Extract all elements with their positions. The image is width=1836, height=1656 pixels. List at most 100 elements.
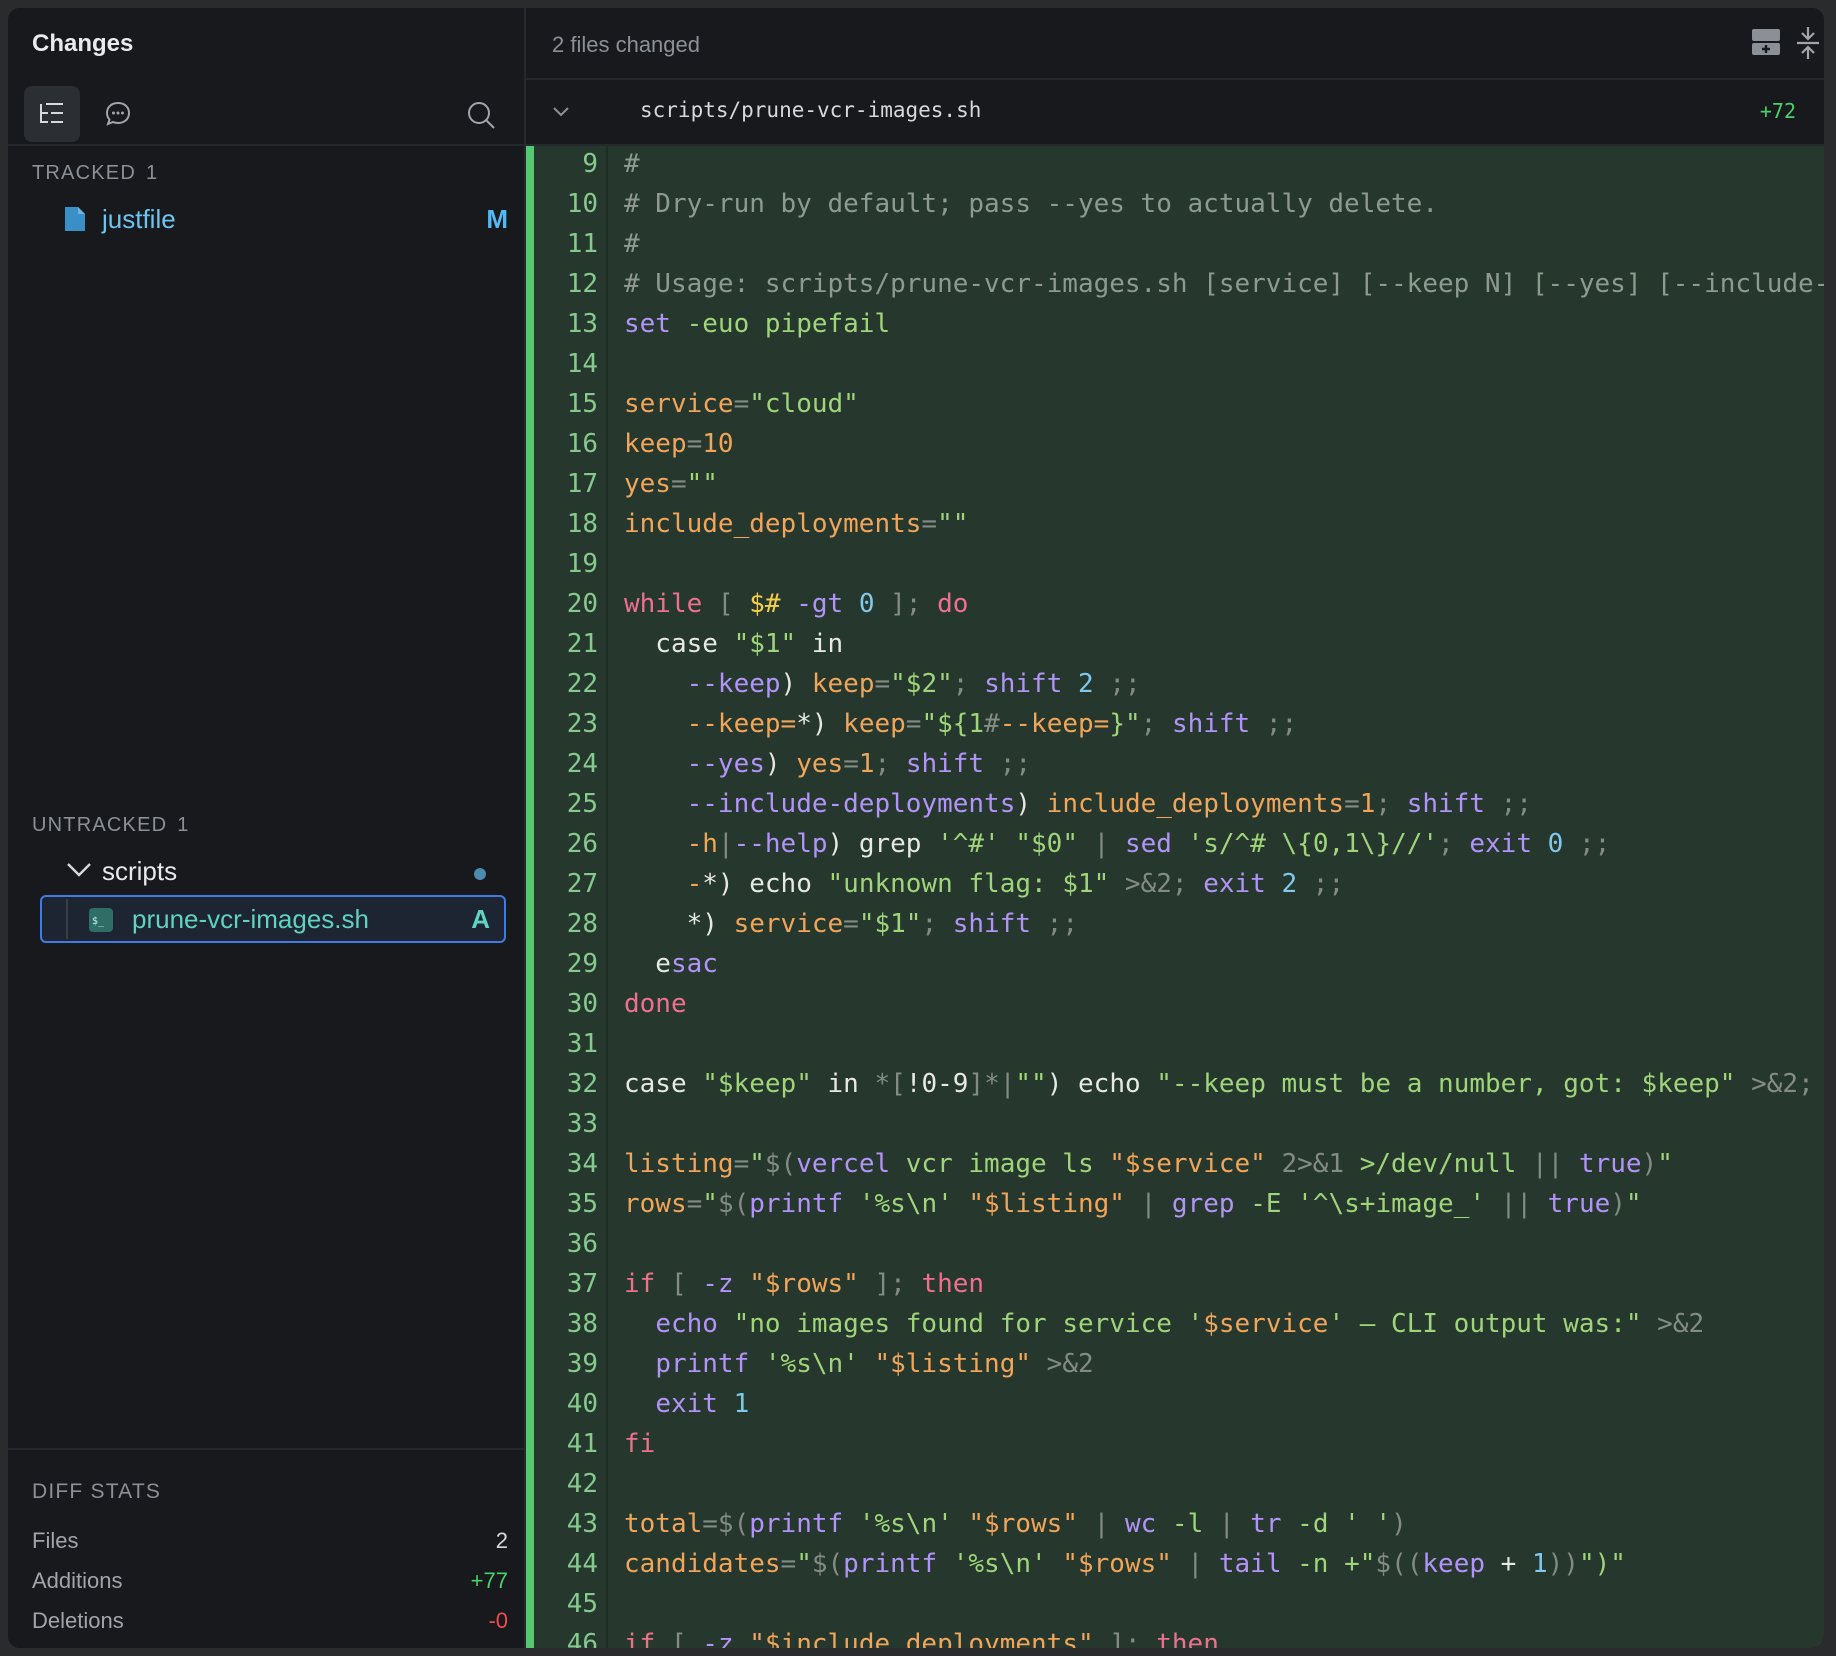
line-number: 46	[566, 1629, 598, 1648]
line-number: 13	[566, 309, 598, 339]
code-text: include_deployments=""	[624, 509, 969, 539]
code-text: --yes) yes=1; shift ;;	[686, 749, 1032, 779]
code-text: done	[624, 989, 687, 1019]
line-number: 20	[566, 589, 598, 619]
code-line: 12 # Usage: scripts/prune-vcr-images.sh […	[526, 264, 1824, 304]
line-number: 17	[566, 469, 598, 499]
line-number: 29	[566, 949, 598, 979]
comment-icon	[105, 101, 131, 126]
modified-badge: M	[486, 204, 508, 234]
code-line: 43 total=$(printf '%s\n' "$rows" | wc -l …	[526, 1504, 1824, 1544]
code-text: *) service="$1"; shift ;;	[624, 909, 1078, 939]
code-line: 24 --yes) yes=1; shift ;;	[526, 744, 1824, 784]
comments-button[interactable]	[90, 86, 146, 142]
diff-header: 2 files changed	[526, 8, 1824, 80]
code-line: 20 while [ $# -gt 0 ]; do	[526, 584, 1824, 624]
code-line: 10 # Dry-run by default; pass --yes to ac…	[526, 184, 1824, 224]
code-text: -*) echo "unknown flag: $1" >&2; exit 2 …	[686, 869, 1345, 899]
untracked-label: UNTRACKED	[32, 814, 168, 836]
line-number: 16	[566, 429, 598, 459]
line-number: 37	[566, 1269, 598, 1299]
line-number: 28	[566, 909, 598, 939]
untracked-file-row[interactable]: $_ prune-vcr-images.sh A	[40, 895, 506, 943]
line-number: 31	[566, 1029, 598, 1059]
folder-row-scripts[interactable]: scripts	[32, 848, 508, 894]
code-text: esac	[624, 949, 718, 979]
code-line: 32 case "$keep" in *[!0-9]*|"") echo "--k…	[526, 1064, 1824, 1104]
code-text: set -euo pipefail	[624, 309, 891, 339]
search-button[interactable]	[452, 86, 508, 142]
code-line: 22 --keep) keep="$2"; shift 2 ;;	[526, 664, 1824, 704]
tree-indent-line	[66, 899, 68, 939]
code-line: 16 keep=10	[526, 424, 1824, 464]
line-number: 26	[566, 829, 598, 859]
line-number: 25	[566, 789, 598, 819]
code-line: 21 case "$1" in	[526, 624, 1824, 664]
code-text: printf '%s\n' "$listing" >&2	[655, 1349, 1094, 1379]
expand-all-icon[interactable]	[1750, 26, 1782, 58]
tracked-file-name: justfile	[102, 204, 176, 234]
line-number: 30	[566, 989, 598, 1019]
code-line: 30 done	[526, 984, 1824, 1024]
chevron-down-icon[interactable]	[552, 106, 570, 118]
code-line: 13 set -euo pipefail	[526, 304, 1824, 344]
code-line: 31	[526, 1024, 1824, 1064]
line-number: 24	[566, 749, 598, 779]
code-line: 18 include_deployments=""	[526, 504, 1824, 544]
line-number: 27	[566, 869, 598, 899]
line-number: 22	[566, 669, 598, 699]
code-text: #	[624, 149, 640, 179]
line-number: 43	[566, 1509, 598, 1539]
untracked-count: 1	[177, 814, 190, 836]
added-badge: A	[471, 904, 490, 934]
code-text: keep=10	[624, 429, 734, 459]
code-text: --include-deployments) include_deploymen…	[686, 789, 1532, 819]
code-line: 26 -h|--help) grep '^#' "$0" | sed 's/^#…	[526, 824, 1824, 864]
chevron-down-icon	[67, 863, 91, 877]
stat-deletions-value: -0	[488, 1608, 508, 1633]
code-line: 42	[526, 1464, 1824, 1504]
code-text: fi	[624, 1429, 656, 1459]
code-text: listing="$(vercel vcr image ls "$service…	[624, 1149, 1673, 1179]
line-number: 19	[566, 549, 598, 579]
diff-stats-panel: DIFF STATS Files 2 Additions +77 Deletio…	[8, 1448, 524, 1648]
stat-deletions-label: Deletions	[32, 1608, 124, 1633]
line-number: 12	[566, 269, 598, 299]
code-line: 23 --keep=*) keep="${1#--keep=}"; shift …	[526, 704, 1824, 744]
code-text: candidates="$(printf '%s\n' "$rows" | ta…	[624, 1549, 1626, 1579]
line-number: 35	[566, 1189, 598, 1219]
code-line: 28 *) service="$1"; shift ;;	[526, 904, 1824, 944]
collapse-all-icon[interactable]	[1794, 26, 1822, 60]
shell-script-icon: $_	[89, 908, 113, 932]
file-diff-header[interactable]: scripts/prune-vcr-images.sh +72	[526, 80, 1824, 146]
stat-files: Files 2	[32, 1528, 508, 1554]
code-line: 25 --include-deployments) include_deploy…	[526, 784, 1824, 824]
line-number: 41	[566, 1429, 598, 1459]
untracked-section-label: UNTRACKED 1	[32, 814, 190, 837]
tracked-count: 1	[145, 162, 159, 184]
search-icon	[468, 102, 495, 129]
code-line: 36	[526, 1224, 1824, 1264]
file-additions-count: +72	[1759, 99, 1796, 123]
tracked-file-row[interactable]: justfile M	[32, 196, 508, 242]
diff-panel: 2 files changed scripts/prune-vcr-images…	[526, 8, 1824, 1648]
code-line: 46 if [ -z "$include_deployments" ]; then	[526, 1624, 1824, 1648]
code-line: 11 #	[526, 224, 1824, 264]
file-path: scripts/prune-vcr-images.sh	[640, 98, 982, 122]
code-text: if [ -z "$include_deployments" ]; then	[624, 1629, 1219, 1648]
code-line: 38 echo "no images found for service '$s…	[526, 1304, 1824, 1344]
code-view[interactable]: 9 #10 # Dry-run by default; pass --yes to …	[526, 146, 1824, 1648]
code-text: case "$keep" in *[!0-9]*|"") echo "--kee…	[624, 1069, 1814, 1099]
line-number: 38	[566, 1309, 598, 1339]
line-number: 32	[566, 1069, 598, 1099]
tree-view-button[interactable]	[24, 86, 80, 142]
line-number: 11	[566, 229, 598, 259]
code-text: yes=""	[624, 469, 718, 499]
line-number: 44	[566, 1549, 598, 1579]
code-line: 44 candidates="$(printf '%s\n' "$rows" | …	[526, 1544, 1824, 1584]
line-number: 9	[582, 149, 598, 179]
svg-text:$_: $_	[92, 916, 105, 927]
app-window: Changes TRACKED 1 justfile M UNTRACKED 1…	[8, 8, 1824, 1648]
code-line: 29 esac	[526, 944, 1824, 984]
line-number: 21	[566, 629, 598, 659]
